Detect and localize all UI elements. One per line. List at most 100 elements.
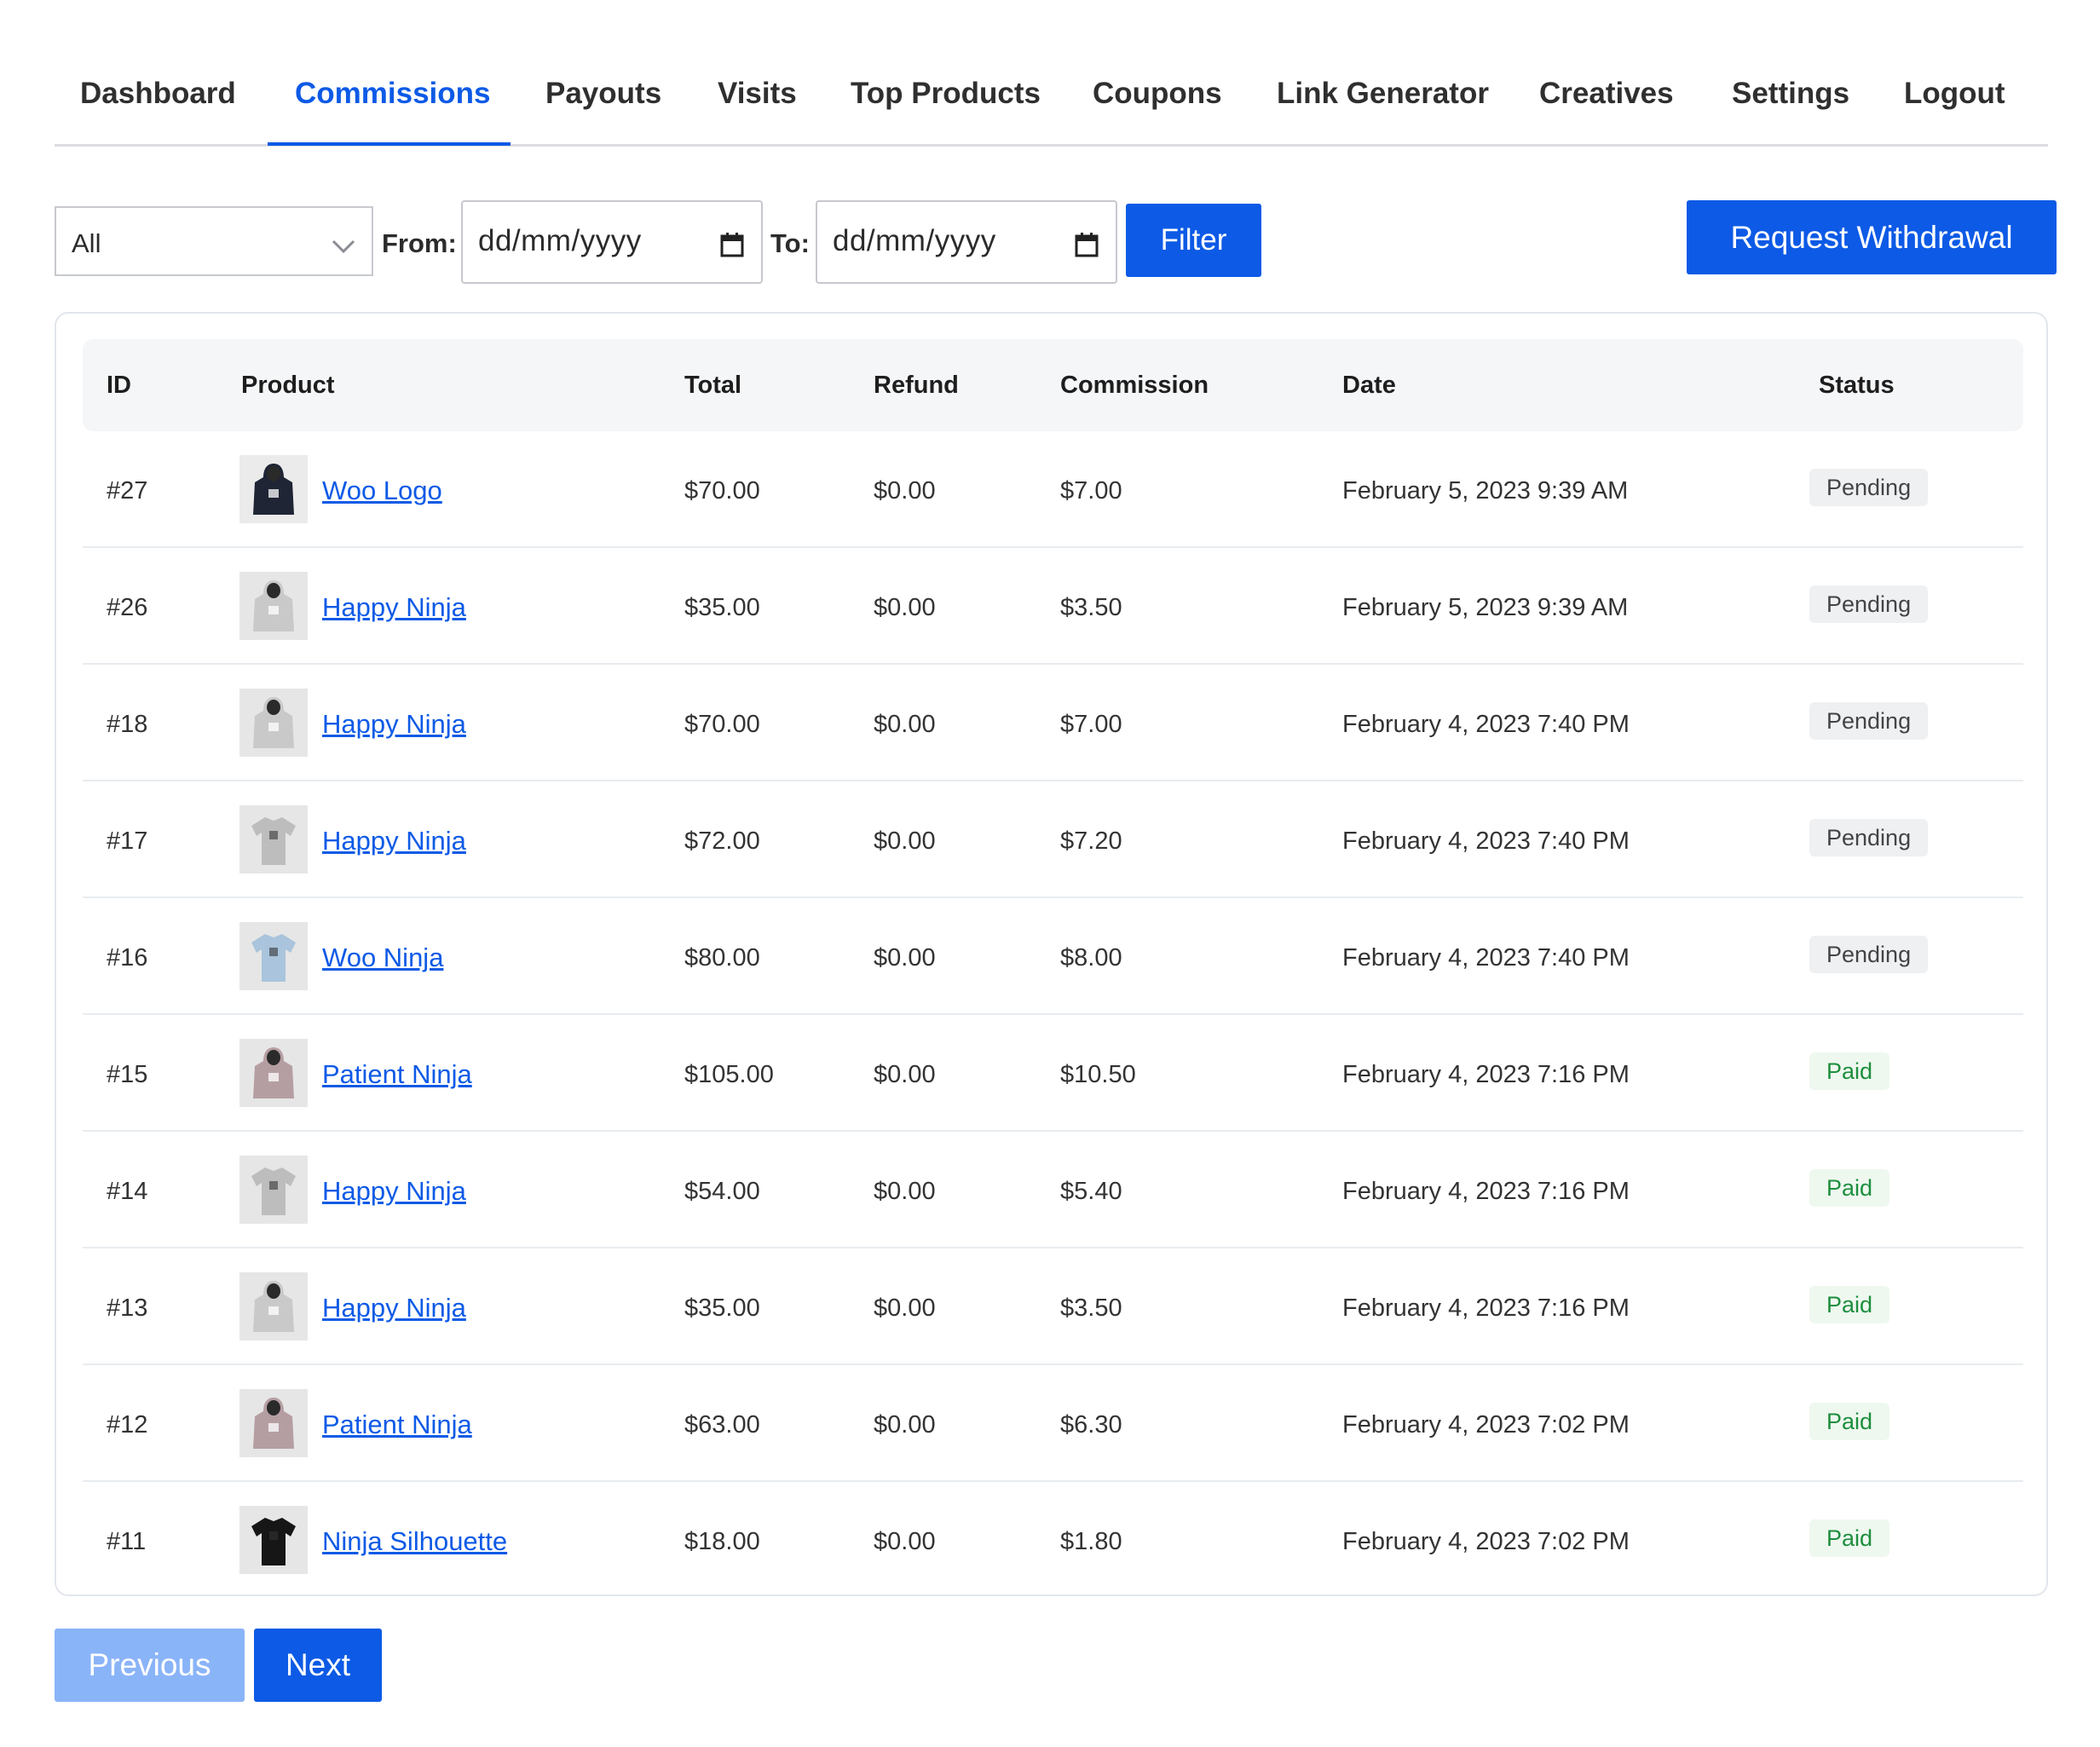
filter-button[interactable]: Filter xyxy=(1126,204,1261,277)
col-date: Date xyxy=(1342,372,1396,399)
cell-refund: $0.00 xyxy=(874,594,936,621)
col-status: Status xyxy=(1819,372,1895,399)
cell-commission: $3.50 xyxy=(1060,594,1122,621)
col-commission: Commission xyxy=(1060,372,1209,399)
table-row: #27 Woo Logo $70.00 $0.00 $7.00 February 5, 2… xyxy=(83,431,2023,548)
tab-commissions[interactable]: Commissions xyxy=(295,77,491,111)
product-thumbnail xyxy=(239,1389,308,1457)
cell-total: $54.00 xyxy=(684,1178,760,1205)
active-tab-indicator xyxy=(268,142,511,146)
status-select-value: All xyxy=(72,228,101,258)
table-header: ID Product Total Refund Commission Date … xyxy=(83,339,2023,431)
next-button[interactable]: Next xyxy=(254,1629,382,1702)
status-badge: Paid xyxy=(1809,1403,1890,1440)
product-link[interactable]: Woo Ninja xyxy=(322,943,443,973)
tab-logout[interactable]: Logout xyxy=(1904,77,2005,111)
cell-id: #12 xyxy=(107,1411,148,1439)
product-link[interactable]: Happy Ninja xyxy=(322,1293,466,1323)
cell-id: #26 xyxy=(107,594,148,621)
cell-refund: $0.00 xyxy=(874,1061,936,1088)
product-link[interactable]: Happy Ninja xyxy=(322,709,466,740)
cell-commission: $7.20 xyxy=(1060,827,1122,855)
cell-total: $70.00 xyxy=(684,711,760,738)
cell-total: $35.00 xyxy=(684,594,760,621)
tab-link-generator[interactable]: Link Generator xyxy=(1277,77,1489,111)
table-row: #13 Happy Ninja $35.00 $0.00 $3.50 February 4… xyxy=(83,1248,2023,1365)
previous-button[interactable]: Previous xyxy=(55,1629,245,1702)
cell-id: #13 xyxy=(107,1294,148,1322)
calendar-icon[interactable] xyxy=(720,231,744,265)
tab-creatives[interactable]: Creatives xyxy=(1539,77,1674,111)
from-date-input[interactable]: dd/mm/yyyy xyxy=(461,200,763,284)
tab-top-products[interactable]: Top Products xyxy=(851,77,1041,111)
product-link[interactable]: Patient Ninja xyxy=(322,1059,472,1090)
product-thumbnail xyxy=(239,455,308,523)
cell-date: February 4, 2023 7:40 PM xyxy=(1342,711,1630,738)
table-row: #16 Woo Ninja $80.00 $0.00 $8.00 February 4, … xyxy=(83,898,2023,1015)
cell-date: February 4, 2023 7:02 PM xyxy=(1342,1411,1630,1439)
cell-total: $63.00 xyxy=(684,1411,760,1439)
cell-refund: $0.00 xyxy=(874,1411,936,1439)
product-link[interactable]: Happy Ninja xyxy=(322,1176,466,1207)
cell-id: #15 xyxy=(107,1061,148,1088)
cell-commission: $8.00 xyxy=(1060,944,1122,972)
tab-settings[interactable]: Settings xyxy=(1732,77,1849,111)
cell-id: #16 xyxy=(107,944,148,972)
main-nav: Dashboard Commissions Payouts Visits Top… xyxy=(55,51,2048,147)
to-date-input[interactable]: dd/mm/yyyy xyxy=(816,200,1117,284)
cell-date: February 4, 2023 7:16 PM xyxy=(1342,1061,1630,1088)
cell-refund: $0.00 xyxy=(874,944,936,972)
col-product: Product xyxy=(241,372,335,399)
tab-coupons[interactable]: Coupons xyxy=(1093,77,1222,111)
to-label: To: xyxy=(770,228,810,258)
product-thumbnail xyxy=(239,1506,308,1574)
col-refund: Refund xyxy=(874,372,959,399)
col-total: Total xyxy=(684,372,742,399)
cell-total: $18.00 xyxy=(684,1528,760,1555)
cell-total: $70.00 xyxy=(684,477,760,504)
product-link[interactable]: Happy Ninja xyxy=(322,592,466,623)
tab-visits[interactable]: Visits xyxy=(718,77,797,111)
cell-date: February 5, 2023 9:39 AM xyxy=(1342,594,1629,621)
product-link[interactable]: Happy Ninja xyxy=(322,826,466,856)
cell-id: #11 xyxy=(107,1528,147,1555)
cell-total: $80.00 xyxy=(684,944,760,972)
tab-payouts[interactable]: Payouts xyxy=(545,77,661,111)
status-badge: Paid xyxy=(1809,1052,1890,1090)
status-select[interactable]: All xyxy=(55,206,373,276)
cell-total: $105.00 xyxy=(684,1061,774,1088)
cell-date: February 5, 2023 9:39 AM xyxy=(1342,477,1629,504)
cell-commission: $3.50 xyxy=(1060,1294,1122,1322)
cell-refund: $0.00 xyxy=(874,1294,936,1322)
status-badge: Pending xyxy=(1809,819,1929,856)
table-row: #15 Patient Ninja $105.00 $0.00 $10.50 Februa… xyxy=(83,1015,2023,1132)
cell-commission: $1.80 xyxy=(1060,1528,1122,1555)
product-thumbnail xyxy=(239,1272,308,1341)
product-thumbnail xyxy=(239,805,308,874)
status-badge: Paid xyxy=(1809,1519,1890,1557)
product-thumbnail xyxy=(239,1039,308,1107)
cell-refund: $0.00 xyxy=(874,477,936,504)
cell-date: February 4, 2023 7:16 PM xyxy=(1342,1294,1630,1322)
product-link[interactable]: Ninja Silhouette xyxy=(322,1526,507,1557)
cell-refund: $0.00 xyxy=(874,1178,936,1205)
to-date-placeholder: dd/mm/yyyy xyxy=(833,224,996,257)
product-link[interactable]: Woo Logo xyxy=(322,476,442,506)
calendar-icon[interactable] xyxy=(1075,231,1099,265)
status-badge: Pending xyxy=(1809,585,1929,623)
status-badge: Paid xyxy=(1809,1169,1890,1207)
product-thumbnail xyxy=(239,1156,308,1224)
table-row: #17 Happy Ninja $72.00 $0.00 $7.20 February 4… xyxy=(83,781,2023,898)
tab-dashboard[interactable]: Dashboard xyxy=(80,77,236,111)
product-thumbnail xyxy=(239,922,308,990)
commissions-table: ID Product Total Refund Commission Date … xyxy=(55,312,2048,1596)
status-badge: Pending xyxy=(1809,469,1929,506)
cell-commission: $10.50 xyxy=(1060,1061,1136,1088)
cell-refund: $0.00 xyxy=(874,1528,936,1555)
product-link[interactable]: Patient Ninja xyxy=(322,1410,472,1440)
request-withdrawal-button[interactable]: Request Withdrawal xyxy=(1687,200,2057,274)
cell-date: February 4, 2023 7:40 PM xyxy=(1342,944,1630,972)
table-row: #14 Happy Ninja $54.00 $0.00 $5.40 February 4… xyxy=(83,1132,2023,1248)
product-thumbnail xyxy=(239,572,308,640)
table-row: #11 Ninja Silhouette $18.00 $0.00 $1.80 Febru… xyxy=(83,1482,2023,1599)
